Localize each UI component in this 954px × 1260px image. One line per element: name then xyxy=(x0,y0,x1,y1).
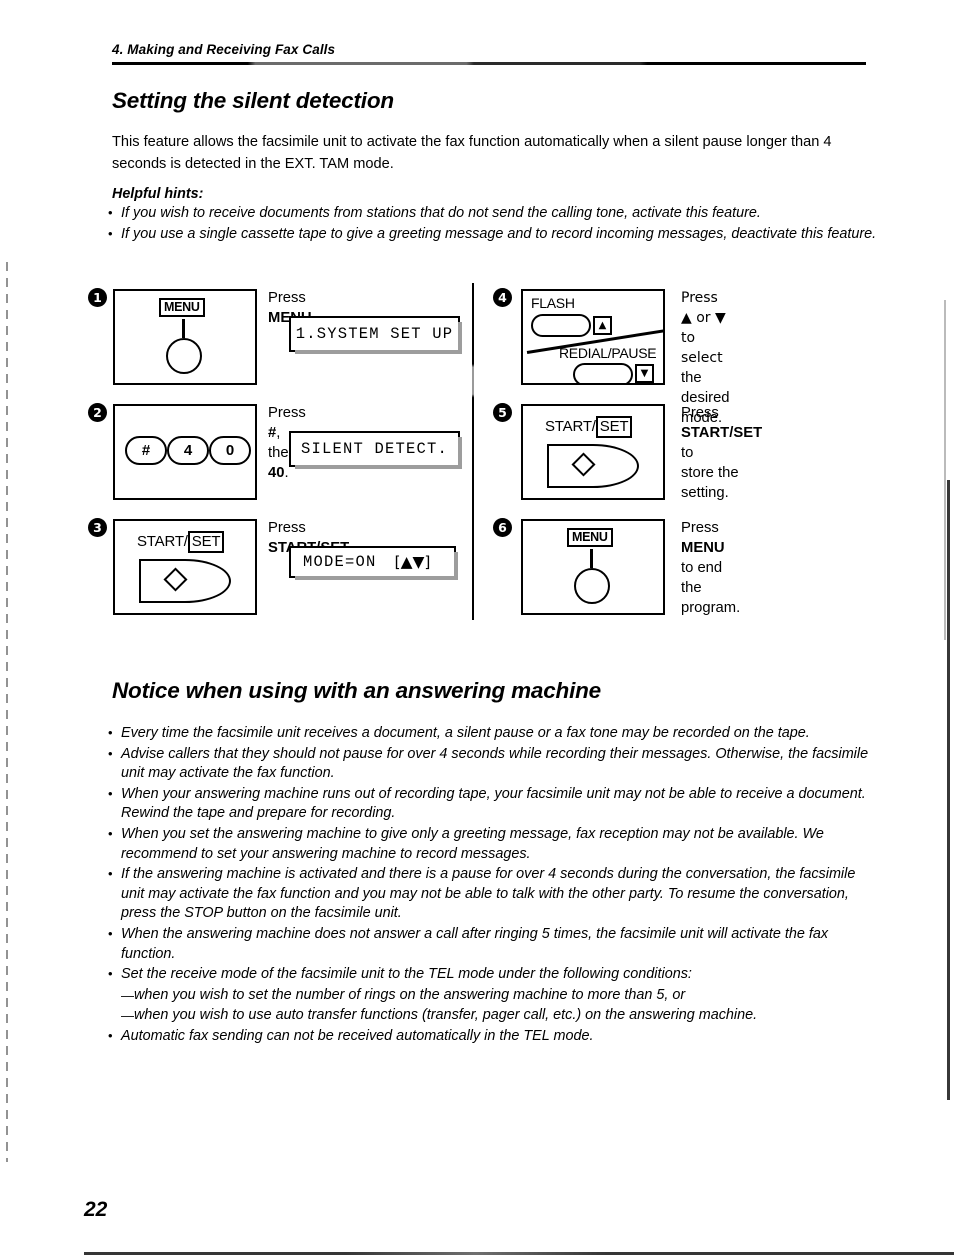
instruction-text: Press xyxy=(268,405,306,421)
scan-artifact-right-edge-dark xyxy=(947,480,950,1100)
instruction-suffix: to xyxy=(681,445,694,461)
list-item: If the answering machine is activated an… xyxy=(108,864,880,924)
instruction-line-1: Press MENU to end the xyxy=(681,518,740,598)
instruction-line-1: Press START/SET to xyxy=(681,403,762,463)
key-diagram-menu: MENU xyxy=(521,519,665,615)
key-diagram-menu: MENU xyxy=(113,289,257,385)
instruction-bold: START/SET xyxy=(681,425,763,441)
instruction-text: Press xyxy=(268,290,306,306)
list-item: If you wish to receive documents from st… xyxy=(108,203,878,224)
lcd-mode-value: MODE=ON xyxy=(303,553,377,571)
instruction-suffix: . xyxy=(284,465,289,481)
lcd-display-step-2: SILENT DETECT. xyxy=(289,431,462,469)
key-diagram-numeric: # 4 0 xyxy=(113,404,257,500)
list-item: When your answering machine runs out of … xyxy=(108,784,880,824)
step-5-instruction: Press START/SET to store the setting. xyxy=(681,403,762,503)
notice-bullet-list: Every time the facsimile unit receives a… xyxy=(108,723,880,1048)
instruction-suffix: to end the xyxy=(681,560,723,596)
arrow-up-icon: ▲ xyxy=(593,316,612,335)
redial-key-button xyxy=(573,363,633,383)
step-number-badge: 3 xyxy=(88,518,107,537)
startset-label-set: SET xyxy=(595,416,633,438)
redial-key-label: REDIAL/PAUSE xyxy=(559,345,657,361)
scan-artifact-left-edge xyxy=(6,262,8,1162)
instruction-text: Press xyxy=(681,405,719,421)
startset-label-start: START/ xyxy=(137,533,188,550)
sub-list-item: when you wish to set the number of rings… xyxy=(108,986,880,1006)
startset-key-label: START/SET xyxy=(137,531,225,553)
running-head: 4. Making and Receiving Fax Calls xyxy=(112,42,336,57)
step-column-divider xyxy=(472,283,474,620)
instruction-text: Press xyxy=(268,520,306,536)
instruction-bold: MENU xyxy=(681,540,725,556)
scan-artifact-right-edge xyxy=(944,300,946,640)
page-title-notice: Notice when using with an answering mach… xyxy=(112,678,601,703)
lcd-arrow-hint: [▲▼] xyxy=(394,553,431,571)
step-number-badge: 5 xyxy=(493,403,512,422)
menu-key-button xyxy=(574,568,610,604)
key-diagram-startset: START/SET xyxy=(521,404,665,500)
flash-key-button xyxy=(531,314,591,337)
step-number-badge: 4 xyxy=(493,288,512,307)
lcd-display-step-1: 1.SYSTEM SET UP xyxy=(289,316,462,354)
list-item: Automatic fax sending can not be receive… xyxy=(108,1026,880,1047)
menu-key-label: MENU xyxy=(159,298,205,317)
step-number-badge: 6 xyxy=(493,518,512,537)
header-rule xyxy=(112,62,866,65)
menu-key-label: MENU xyxy=(567,528,613,547)
page-title-silent-detection: Setting the silent detection xyxy=(112,88,394,113)
arrow-down-icon: ▼ xyxy=(635,364,654,383)
instruction-line-1: Press ▲ or ▼ to select xyxy=(681,290,726,366)
helpful-hints-label: Helpful hints: xyxy=(112,186,204,202)
list-item: Advise callers that they should not paus… xyxy=(108,744,880,784)
scan-artifact-bottom-edge xyxy=(84,1252,954,1255)
instruction-bold: # xyxy=(268,425,277,441)
startset-key-label: START/SET xyxy=(545,416,633,438)
list-item: Every time the facsimile unit receives a… xyxy=(108,723,880,744)
key-0: 0 xyxy=(209,436,251,465)
list-item: Set the receive mode of the facsimile un… xyxy=(108,964,880,985)
menu-key-button xyxy=(166,338,202,374)
list-item: If you use a single cassette tape to giv… xyxy=(108,224,878,245)
instruction-text: Press xyxy=(681,520,719,536)
startset-label-set: SET xyxy=(187,531,225,553)
helpful-hints-list: If you wish to receive documents from st… xyxy=(108,203,878,245)
list-item: When you set the answering machine to gi… xyxy=(108,824,880,864)
menu-key-stem xyxy=(182,319,185,338)
startset-label-start: START/ xyxy=(545,418,596,435)
list-item: When the answering machine does not answ… xyxy=(108,924,880,964)
step-6-instruction: Press MENU to end the program. xyxy=(681,518,740,618)
page-number: 22 xyxy=(84,1198,108,1221)
menu-key-stem xyxy=(590,549,593,568)
instruction-bold-2: 40 xyxy=(268,465,285,481)
key-4: 4 xyxy=(167,436,209,465)
flash-key-label: FLASH xyxy=(531,295,575,311)
intro-paragraph: This feature allows the facsimile unit t… xyxy=(112,134,832,172)
step-number-badge: 2 xyxy=(88,403,107,422)
sub-list-item: when you wish to use auto transfer funct… xyxy=(108,1006,880,1026)
instruction-line-2: program. xyxy=(681,600,741,616)
instruction-line-2: store the setting. xyxy=(681,465,739,501)
step-number-badge: 1 xyxy=(88,288,107,307)
key-diagram-startset: START/SET xyxy=(113,519,257,615)
lcd-display-step-3: MODE=ON [▲▼] xyxy=(289,546,458,580)
key-diagram-flash-redial: FLASH ▲ REDIAL/PAUSE ▼ xyxy=(521,289,665,385)
key-hash: # xyxy=(125,436,167,465)
